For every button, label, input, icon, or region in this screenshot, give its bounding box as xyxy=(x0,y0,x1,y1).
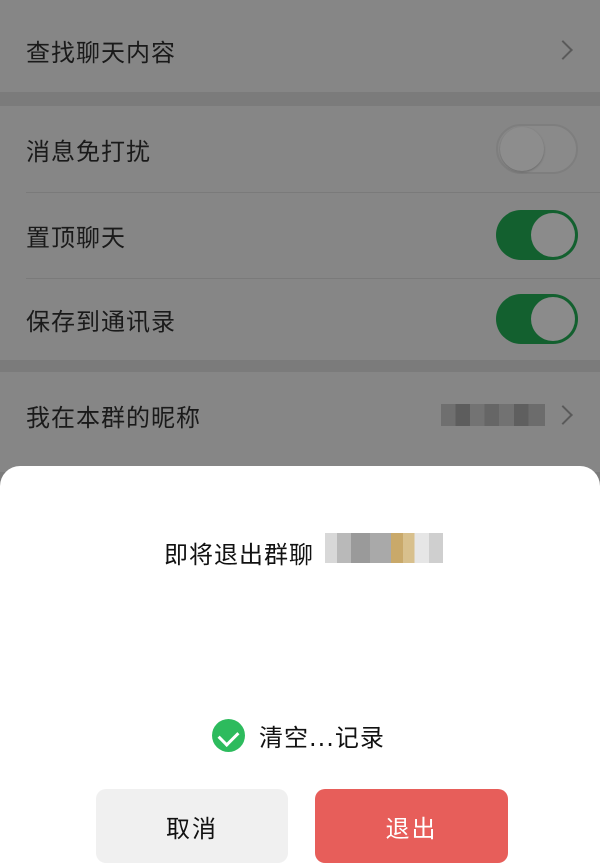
save-contacts-row: 保存到通讯录 xyxy=(0,278,600,360)
search-chat-label: 查找聊天内容 xyxy=(26,38,176,67)
settings-group-nickname: 我在本群的昵称 xyxy=(0,372,600,472)
mute-row: 消息免打扰 xyxy=(0,106,600,192)
mute-toggle[interactable] xyxy=(496,124,578,174)
search-chat-row[interactable]: 查找聊天内容 xyxy=(0,8,600,92)
toggle-knob xyxy=(531,297,575,341)
toggle-knob xyxy=(500,127,544,171)
toggle-knob xyxy=(531,213,575,257)
save-contacts-toggle[interactable] xyxy=(496,294,578,344)
cancel-button[interactable]: 取消 xyxy=(96,789,288,863)
clear-history-label: 清空...记录 xyxy=(259,724,385,752)
chevron-right-icon xyxy=(553,405,573,425)
exit-group-sheet xyxy=(0,466,600,867)
blurred-nickname xyxy=(441,404,545,426)
nickname-label: 我在本群的昵称 xyxy=(26,403,201,432)
clear-history-option[interactable]: 清空...记录 xyxy=(212,718,385,753)
settings-group-toggles: 消息免打扰 置顶聊天 保存到通讯录 xyxy=(0,106,600,360)
save-contacts-label: 保存到通讯录 xyxy=(26,307,176,336)
pin-label: 置顶聊天 xyxy=(26,223,126,252)
exit-dialog-title: 即将退出群聊 xyxy=(164,541,314,569)
top-strip xyxy=(0,0,600,8)
checkmark-circle-icon[interactable] xyxy=(212,719,245,752)
exit-button[interactable]: 退出 xyxy=(315,789,508,863)
chevron-right-icon xyxy=(553,40,573,60)
mute-label: 消息免打扰 xyxy=(26,137,151,166)
nickname-row[interactable]: 我在本群的昵称 xyxy=(0,372,600,458)
pin-row: 置顶聊天 xyxy=(0,192,600,278)
blurred-group-name xyxy=(325,533,443,563)
pin-toggle[interactable] xyxy=(496,210,578,260)
settings-group-search: 查找聊天内容 xyxy=(0,8,600,92)
